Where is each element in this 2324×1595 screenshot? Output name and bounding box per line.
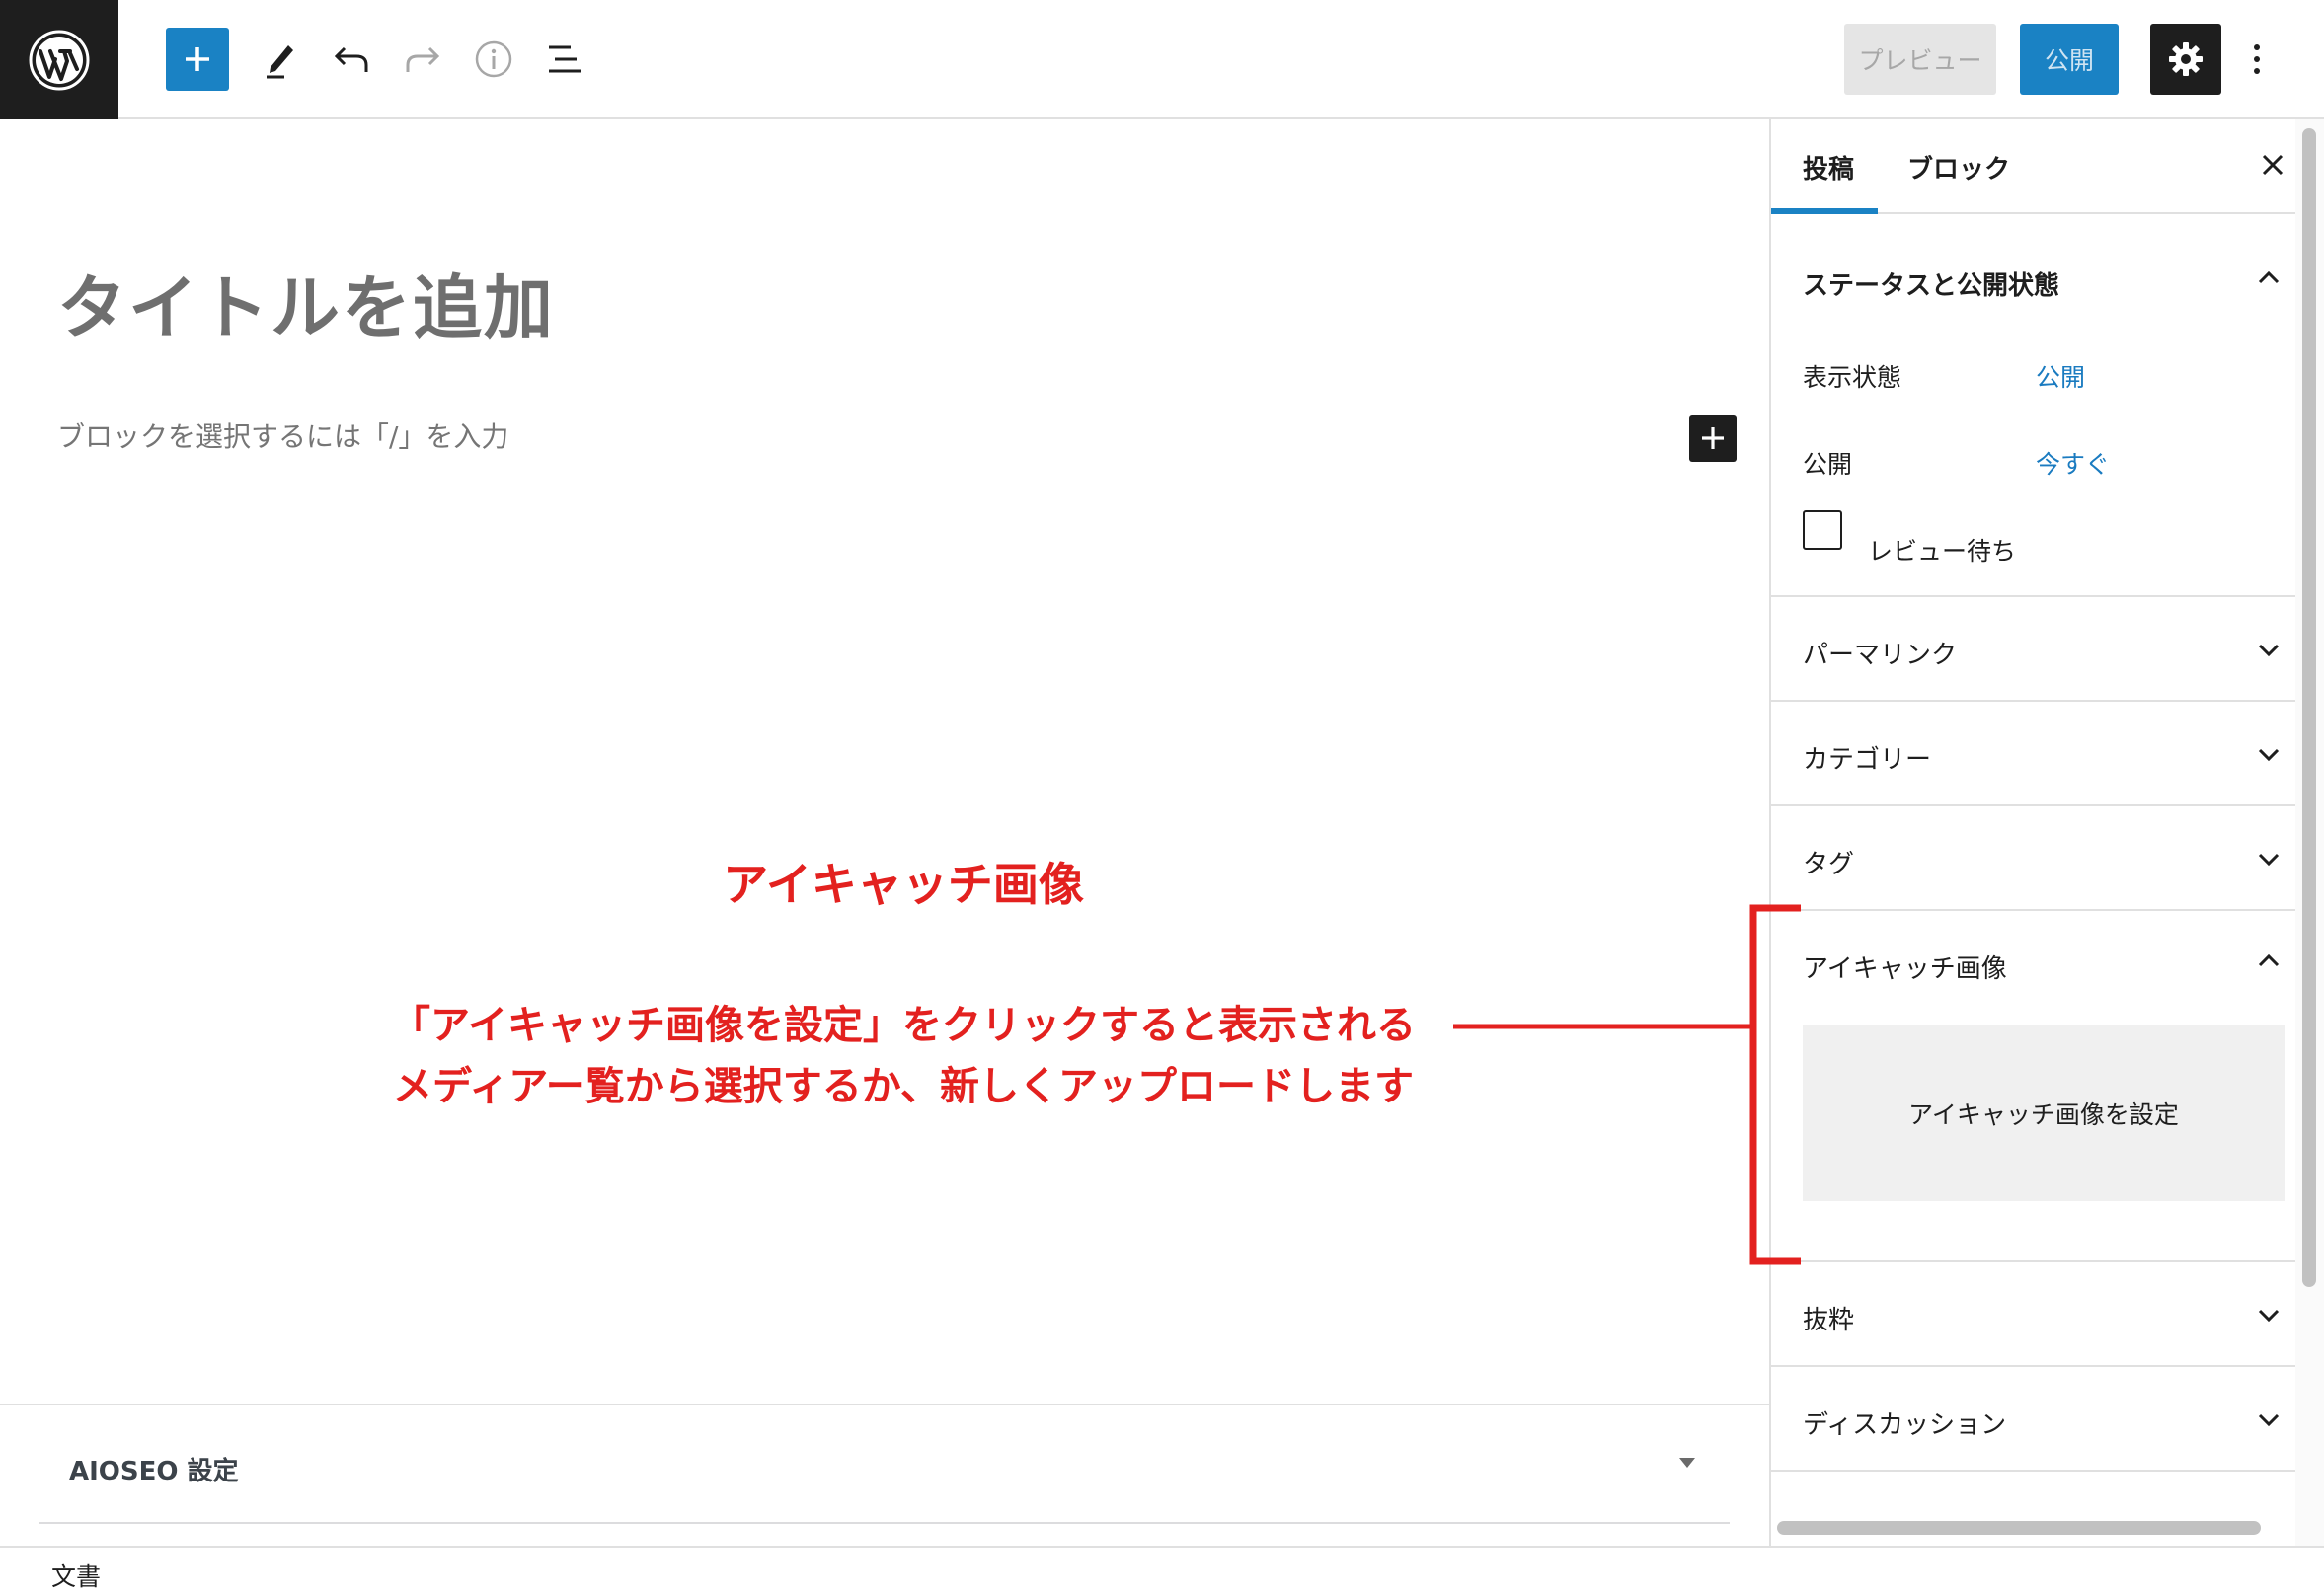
undo-button[interactable]: [320, 28, 383, 91]
annotation-line-1: 「アイキャッチ画像を設定」をクリックすると表示される: [391, 1003, 1416, 1048]
pending-review-label: レビュー待ち: [1868, 537, 2017, 566]
category-panel[interactable]: カテゴリー: [1771, 702, 2295, 806]
pending-review-checkbox[interactable]: [1803, 510, 1842, 550]
chevron-down-icon: [2258, 644, 2280, 657]
tools-button[interactable]: [249, 28, 312, 91]
status-visibility-title[interactable]: ステータスと公開状態: [1803, 266, 2059, 302]
annotation-line-2: メディアー覧から選択するか、新しくアップロードします: [393, 1064, 1414, 1109]
wordpress-logo-icon[interactable]: [0, 0, 118, 119]
discussion-title: ディスカッション: [1803, 1410, 2007, 1440]
inline-add-block-button[interactable]: [1689, 415, 1737, 462]
editor-canvas: タイトルを追加 ブロックを選択するには「/」を入力: [0, 119, 1769, 1403]
more-vertical-icon: [2254, 44, 2260, 74]
block-appender[interactable]: ブロックを選択するには「/」を入力: [57, 416, 508, 455]
sidebar-vertical-scrollbar[interactable]: [2302, 128, 2316, 1287]
gear-icon: [2169, 42, 2203, 76]
aioseo-label: AIOSEO 設定: [69, 1457, 239, 1486]
redo-icon: [406, 46, 440, 72]
chevron-down-icon: [2258, 1413, 2280, 1427]
close-icon[interactable]: [2261, 153, 2285, 177]
status-bar: 文書: [0, 1546, 2324, 1595]
settings-sidebar: 投稿 ブロック ステータスと公開状態 表示状態 公開 公開 今すぐ レビュー待ち…: [1769, 119, 2295, 1546]
list-view-icon: [549, 45, 581, 73]
permalink-title: パーマリンク: [1803, 641, 1958, 670]
chevron-up-icon[interactable]: [2257, 952, 2281, 968]
top-toolbar: プレビュー 公開: [0, 0, 2324, 119]
publish-date-link[interactable]: 今すぐ: [2036, 445, 2110, 481]
settings-button[interactable]: [2150, 24, 2221, 95]
preview-button[interactable]: プレビュー: [1844, 24, 1996, 95]
list-view-button[interactable]: [533, 28, 596, 91]
publish-label: 公開: [1803, 450, 1853, 479]
annotation-description: 「アイキャッチ画像を設定」をクリックすると表示される メディアー覧から選択するか…: [0, 995, 1807, 1117]
more-options-button[interactable]: [2241, 24, 2273, 95]
undo-icon: [334, 46, 368, 72]
redo-button[interactable]: [391, 28, 454, 91]
tab-post[interactable]: 投稿: [1803, 149, 1854, 186]
annotation-title: アイキャッチ画像: [723, 858, 1084, 911]
publish-button[interactable]: 公開: [2020, 24, 2119, 95]
status-visibility-panel: ステータスと公開状態 表示状態 公開 公開 今すぐ レビュー待ち: [1771, 214, 2295, 597]
info-icon: [475, 40, 512, 78]
excerpt-title: 抜粋: [1803, 1306, 1855, 1335]
tag-title: タグ: [1803, 850, 1855, 879]
chevron-up-icon[interactable]: [2257, 269, 2281, 285]
tab-block[interactable]: ブロック: [1907, 149, 2010, 186]
excerpt-panel[interactable]: 抜粋: [1771, 1262, 2295, 1367]
breadcrumb-document[interactable]: 文書: [51, 1557, 101, 1593]
aioseo-panel: AIOSEO 設定: [0, 1404, 1769, 1526]
permalink-panel[interactable]: パーマリンク: [1771, 597, 2295, 702]
plus-icon: [186, 47, 209, 71]
aioseo-header[interactable]: AIOSEO 設定: [39, 1405, 1730, 1524]
visibility-value-link[interactable]: 公開: [2036, 358, 2085, 394]
tag-panel[interactable]: タグ: [1771, 806, 2295, 911]
caret-down-icon: [1679, 1458, 1695, 1468]
chevron-down-icon: [2258, 1309, 2280, 1323]
set-featured-image-button[interactable]: アイキャッチ画像を設定: [1803, 1025, 2285, 1201]
post-title-input[interactable]: タイトルを追加: [57, 253, 555, 352]
plus-icon: [1702, 427, 1724, 449]
visibility-label: 表示状態: [1803, 363, 1902, 392]
sidebar-tabs: 投稿 ブロック: [1771, 119, 2295, 214]
featured-image-title[interactable]: アイキャッチ画像: [1803, 949, 2007, 985]
details-button[interactable]: [462, 28, 525, 91]
category-title: カテゴリー: [1803, 745, 1932, 775]
pencil-icon: [267, 45, 293, 79]
chevron-down-icon: [2258, 853, 2280, 867]
sidebar-horizontal-scrollbar[interactable]: [1777, 1521, 2261, 1535]
discussion-panel[interactable]: ディスカッション: [1771, 1367, 2295, 1472]
chevron-down-icon: [2258, 748, 2280, 762]
add-block-button[interactable]: [166, 28, 229, 91]
